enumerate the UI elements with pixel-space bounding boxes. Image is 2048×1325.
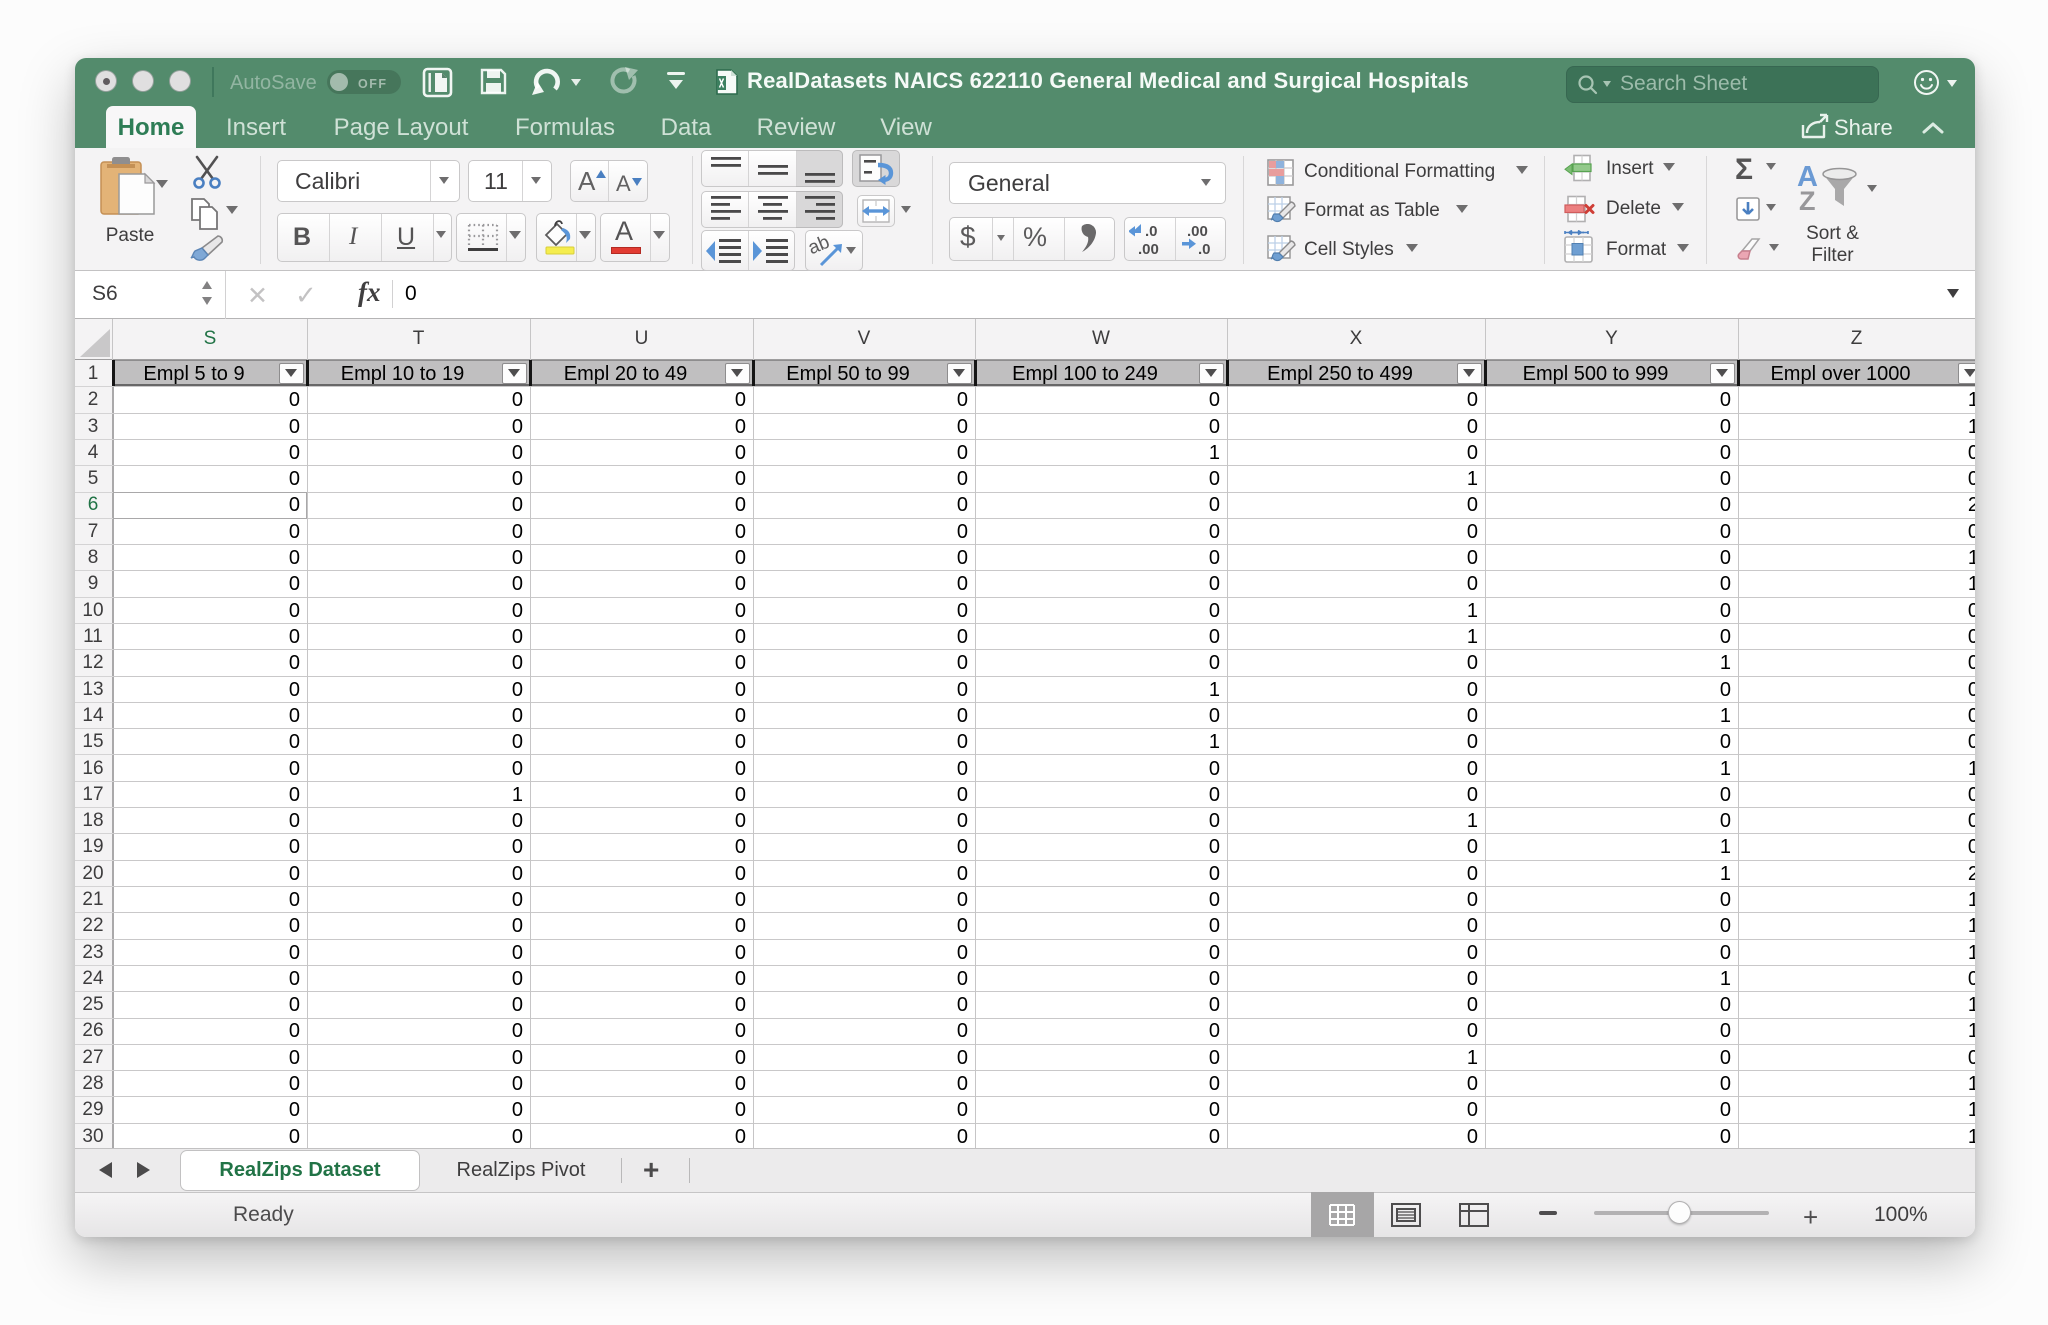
svg-text:.0: .0 (1145, 223, 1158, 240)
svg-text:Z: Z (1799, 186, 1816, 216)
svg-text:.00: .00 (1187, 223, 1208, 240)
svg-text:.00: .00 (1138, 241, 1159, 257)
svg-text:.0: .0 (1198, 241, 1211, 257)
